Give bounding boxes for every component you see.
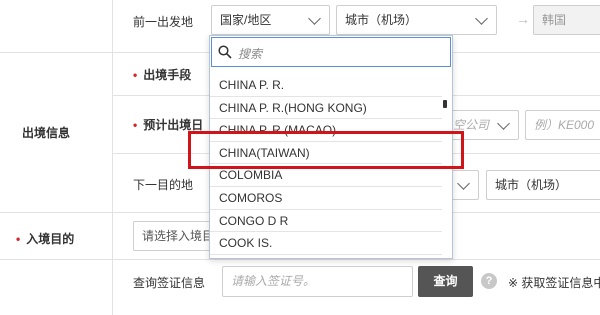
dropdown-option[interactable]: CHINA P. R. <box>210 74 442 97</box>
flight-placeholder: 例）KE000 <box>534 118 595 132</box>
city-select[interactable]: 城市（机场） <box>336 5 497 35</box>
country-select[interactable]: 国家/地区 <box>211 5 330 35</box>
next-city-select[interactable]: 城市（机场） <box>486 170 600 200</box>
flight-number-input[interactable]: 例）KE000 <box>525 110 600 140</box>
country-select-value: 国家/地区 <box>220 13 272 27</box>
entry-purpose-label: • 入境目的 <box>16 230 74 247</box>
help-icon[interactable]: ? <box>481 273 497 289</box>
airline-placeholder: 空公司 <box>453 118 490 132</box>
entry-purpose-placeholder: 请选择入境目 <box>142 229 215 243</box>
query-button[interactable]: 查询 <box>418 266 473 297</box>
dropdown-option[interactable]: CONGO D R <box>210 210 442 233</box>
exit-means-label-text: 出境手段 <box>143 68 192 82</box>
next-destination-label: 下一目的地 <box>133 178 194 192</box>
chevron-down-icon <box>497 117 510 130</box>
required-mark: • <box>133 118 138 132</box>
search-placeholder: 搜索 <box>238 47 263 61</box>
next-city-value: 城市（机场） <box>495 178 568 192</box>
highlight-box <box>188 131 464 169</box>
chevron-down-icon <box>308 12 321 25</box>
required-mark: • <box>16 232 21 246</box>
chevron-down-icon <box>457 177 470 190</box>
planned-exit-label-text: 预计出境日 <box>143 118 204 132</box>
required-mark: • <box>133 68 138 82</box>
arrow-right-icon: → <box>516 11 530 27</box>
dropdown-option[interactable]: COOK IS. <box>210 232 442 255</box>
visa-query-label: 查询签证信息 <box>133 276 206 290</box>
visa-number-input[interactable]: 请输入签证号。 <box>222 266 413 297</box>
city-select-value: 城市（机场） <box>345 13 418 27</box>
dropdown-option[interactable]: CHINA P. R.(HONG KONG) <box>210 97 442 120</box>
destination-field: 韩国 <box>533 5 600 35</box>
exit-means-label: • 出境手段 <box>133 66 191 83</box>
entry-purpose-label-text: 入境目的 <box>26 232 75 246</box>
row-divider <box>0 259 600 260</box>
prev-departure-label: 前一出发地 <box>133 15 194 29</box>
dropdown-search-input[interactable]: 搜索 <box>211 37 451 67</box>
dropdown-option[interactable]: COMOROS <box>210 187 442 210</box>
chevron-down-icon <box>475 12 488 25</box>
column-divider <box>112 0 113 315</box>
section-label: 出境信息 <box>22 126 71 140</box>
search-icon <box>218 45 232 59</box>
visa-note: ※ 获取签证信息中 <box>508 276 600 290</box>
visa-input-placeholder: 请输入签证号。 <box>231 274 316 288</box>
dropdown-scrollbar[interactable] <box>443 100 447 108</box>
destination-value: 韩国 <box>542 13 567 27</box>
